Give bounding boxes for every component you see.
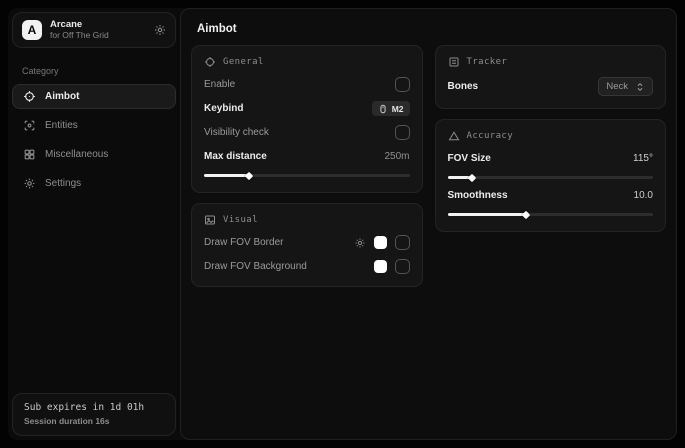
fov-background-color-swatch[interactable] bbox=[374, 260, 387, 273]
sidebar: A Arcane for Off The Grid Category bbox=[8, 8, 180, 440]
bones-row: Bones Neck bbox=[448, 77, 654, 96]
subscription-card: Sub expires in 1d 01h Session duration 1… bbox=[12, 393, 176, 436]
max-distance-value: 250m bbox=[384, 151, 409, 162]
sidebar-item-entities[interactable]: Entities bbox=[12, 113, 176, 138]
smoothness-value: 10.0 bbox=[634, 190, 653, 201]
screen: A Arcane for Off The Grid Category bbox=[0, 0, 685, 448]
slider-fill bbox=[204, 174, 249, 177]
bones-label: Bones bbox=[448, 81, 479, 92]
grid-icon bbox=[23, 148, 36, 161]
general-card-header: General bbox=[204, 56, 410, 68]
enable-row: Enable bbox=[204, 77, 410, 92]
card-title: Tracker bbox=[467, 57, 508, 67]
tracker-card-header: Tracker bbox=[448, 56, 654, 68]
brand-text: Arcane for Off The Grid bbox=[50, 20, 146, 41]
slider-fill bbox=[448, 176, 473, 179]
left-column: General Enable Keybind bbox=[191, 45, 423, 287]
bones-value: Neck bbox=[606, 81, 628, 92]
fov-size-slider[interactable] bbox=[448, 176, 654, 179]
max-distance-label: Max distance bbox=[204, 151, 267, 162]
enable-checkbox[interactable] bbox=[395, 77, 410, 92]
draw-fov-border-checkbox[interactable] bbox=[395, 235, 410, 250]
draw-fov-border-controls bbox=[354, 235, 410, 250]
image-icon bbox=[204, 214, 216, 226]
bones-select[interactable]: Neck bbox=[598, 77, 653, 96]
smoothness-row: Smoothness 10.0 bbox=[448, 188, 654, 203]
session-duration-text: Session duration 16s bbox=[24, 416, 164, 426]
sub-expires-text: Sub expires in 1d 01h bbox=[24, 402, 164, 413]
card-title: Visual bbox=[223, 215, 258, 225]
category-label: Category bbox=[22, 66, 176, 76]
sidebar-item-label: Entities bbox=[45, 120, 78, 131]
keybind-button[interactable]: M2 bbox=[372, 101, 410, 116]
tracker-card: Tracker Bones Neck bbox=[435, 45, 667, 109]
sidebar-item-label: Settings bbox=[45, 178, 81, 189]
enable-label: Enable bbox=[204, 79, 235, 90]
brand-card: A Arcane for Off The Grid bbox=[12, 12, 176, 48]
keybind-row: Keybind M2 bbox=[204, 101, 410, 116]
visibility-check-checkbox[interactable] bbox=[395, 125, 410, 140]
draw-fov-background-label: Draw FOV Background bbox=[204, 261, 307, 272]
app-subtitle: for Off The Grid bbox=[50, 31, 146, 41]
sidebar-item-label: Miscellaneous bbox=[45, 149, 108, 160]
chevrons-up-down-icon bbox=[635, 82, 645, 92]
draw-fov-border-row: Draw FOV Border bbox=[204, 235, 410, 250]
fov-size-row: FOV Size 115° bbox=[448, 151, 654, 166]
mouse-icon bbox=[378, 104, 388, 114]
card-title: Accuracy bbox=[467, 131, 514, 141]
gear-icon[interactable] bbox=[354, 237, 366, 249]
right-column: Tracker Bones Neck bbox=[435, 45, 667, 232]
fov-size-label: FOV Size bbox=[448, 153, 491, 164]
sidebar-item-label: Aimbot bbox=[45, 91, 79, 102]
draw-fov-background-checkbox[interactable] bbox=[395, 259, 410, 274]
sidebar-nav: Aimbot Entities bbox=[12, 84, 176, 196]
slider-fill bbox=[448, 213, 526, 216]
keybind-value: M2 bbox=[392, 104, 404, 114]
max-distance-slider[interactable] bbox=[204, 174, 410, 177]
settings-gear-icon[interactable] bbox=[154, 24, 166, 36]
app-name: Arcane bbox=[50, 20, 146, 31]
sidebar-item-miscellaneous[interactable]: Miscellaneous bbox=[12, 142, 176, 167]
draw-fov-border-label: Draw FOV Border bbox=[204, 237, 283, 248]
triangle-icon bbox=[448, 130, 460, 142]
fov-size-value: 115° bbox=[633, 153, 653, 164]
card-title: General bbox=[223, 57, 264, 67]
draw-fov-background-row: Draw FOV Background bbox=[204, 259, 410, 274]
visibility-check-label: Visibility check bbox=[204, 127, 269, 138]
crosshair-icon bbox=[23, 90, 36, 103]
crosshair-icon bbox=[204, 56, 216, 68]
list-icon bbox=[448, 56, 460, 68]
general-card: General Enable Keybind bbox=[191, 45, 423, 193]
visual-card: Visual Draw FOV Border bbox=[191, 203, 423, 287]
sidebar-item-aimbot[interactable]: Aimbot bbox=[12, 84, 176, 109]
accuracy-card: Accuracy FOV Size 115° Smoothness 10.0 bbox=[435, 119, 667, 232]
smoothness-label: Smoothness bbox=[448, 190, 508, 201]
smoothness-slider[interactable] bbox=[448, 213, 654, 216]
max-distance-row: Max distance 250m bbox=[204, 149, 410, 164]
page-title: Aimbot bbox=[197, 23, 660, 35]
app-window: A Arcane for Off The Grid Category bbox=[8, 8, 677, 440]
fov-border-color-swatch[interactable] bbox=[374, 236, 387, 249]
card-columns: General Enable Keybind bbox=[181, 45, 676, 287]
draw-fov-background-controls bbox=[374, 259, 410, 274]
gear-icon bbox=[23, 177, 36, 190]
sidebar-item-settings[interactable]: Settings bbox=[12, 171, 176, 196]
main-panel: Aimbot General bbox=[180, 8, 677, 440]
accuracy-card-header: Accuracy bbox=[448, 130, 654, 142]
main-header: Aimbot bbox=[181, 9, 676, 45]
keybind-label: Keybind bbox=[204, 103, 243, 114]
visibility-check-row: Visibility check bbox=[204, 125, 410, 140]
scan-icon bbox=[23, 119, 36, 132]
app-logo: A bbox=[22, 20, 42, 40]
visual-card-header: Visual bbox=[204, 214, 410, 226]
